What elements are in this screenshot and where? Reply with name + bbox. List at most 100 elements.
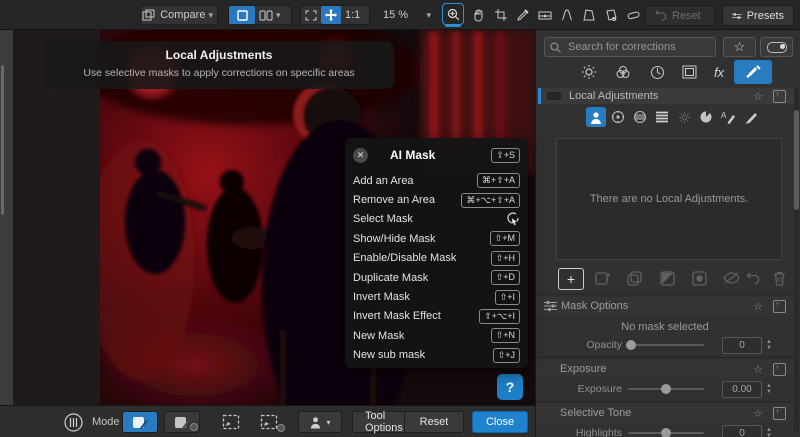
opacity-value[interactable]: 0 bbox=[722, 337, 762, 354]
undo-mask-button[interactable] bbox=[742, 268, 764, 288]
zoom-level-dropdown[interactable]: 15 % bbox=[378, 5, 436, 25]
perspective-tool-icon[interactable] bbox=[580, 6, 598, 24]
menu-item-show-hide-mask[interactable]: Show/Hide Mask ⇧+M bbox=[353, 229, 520, 248]
opacity-slider[interactable] bbox=[628, 344, 704, 346]
graduated-filter-tool-button[interactable] bbox=[652, 107, 672, 127]
mask-settings-button[interactable] bbox=[62, 411, 84, 433]
close-icon[interactable] bbox=[353, 148, 368, 163]
section-menu-icon[interactable] bbox=[773, 407, 786, 420]
crop-tool-icon[interactable] bbox=[492, 6, 510, 24]
help-button[interactable]: ? bbox=[497, 374, 523, 400]
mode-subtract-button[interactable] bbox=[164, 411, 200, 433]
brush-tool-button[interactable] bbox=[740, 107, 760, 127]
control-line-tool-button[interactable] bbox=[630, 107, 650, 127]
invert-mask-button[interactable] bbox=[656, 268, 678, 288]
local-adjustments-panel-header[interactable]: Local Adjustments bbox=[538, 88, 794, 104]
section-star-icon[interactable] bbox=[753, 363, 763, 376]
delete-mask-button[interactable] bbox=[768, 268, 790, 288]
auto-mask-brush-tool-button[interactable]: A bbox=[718, 107, 738, 127]
close-button[interactable]: Close bbox=[472, 411, 528, 433]
mode-badge bbox=[190, 423, 198, 431]
zoom-tool-button[interactable] bbox=[442, 3, 464, 25]
highlights-label: Highlights bbox=[540, 427, 628, 437]
hand-tool-icon[interactable] bbox=[470, 6, 488, 24]
duplicate-mask-button[interactable] bbox=[624, 268, 646, 288]
panel-enable-toggle[interactable] bbox=[546, 92, 562, 100]
opacity-stepper[interactable] bbox=[766, 339, 772, 351]
new-mask-from-button[interactable] bbox=[592, 268, 614, 288]
slider-thumb[interactable] bbox=[626, 340, 636, 350]
view-split-control bbox=[228, 5, 292, 25]
hide-mask-overlay-button[interactable] bbox=[720, 268, 742, 288]
horizon-tool-icon[interactable] bbox=[536, 6, 554, 24]
menu-item-add-area[interactable]: Add an Area ⌘+⇧+A bbox=[353, 171, 520, 190]
section-menu-icon[interactable] bbox=[773, 363, 786, 376]
eraser-tool-icon[interactable] bbox=[624, 6, 642, 24]
sidebar-scrollbar-thumb[interactable] bbox=[794, 110, 799, 210]
control-point-tool-button[interactable] bbox=[608, 107, 628, 127]
panel-menu-icon[interactable] bbox=[773, 90, 786, 103]
menu-item-new-sub-mask[interactable]: New sub mask ⇧+J bbox=[353, 346, 520, 365]
ai-mask-tool-button[interactable] bbox=[586, 107, 606, 127]
sun-icon bbox=[581, 64, 597, 80]
pan-zoom-button[interactable] bbox=[321, 6, 341, 24]
local-adjustments-palette-button[interactable] bbox=[734, 60, 772, 84]
reset-button-top[interactable]: Reset bbox=[645, 5, 715, 26]
geometry-palette-button[interactable] bbox=[676, 60, 702, 84]
panel-favorite-star-icon[interactable] bbox=[753, 90, 763, 103]
menu-item-enable-disable-mask[interactable]: Enable/Disable Mask ⇧+H bbox=[353, 249, 520, 268]
reset-button-bottom[interactable]: Reset bbox=[404, 411, 464, 433]
highlights-value[interactable]: 0 bbox=[722, 425, 762, 437]
selective-tone-header[interactable]: Selective Tone bbox=[536, 404, 794, 422]
exposure-value[interactable]: 0.00 bbox=[722, 381, 762, 398]
shortcut-badge: ⇧+⌥+I bbox=[479, 309, 520, 324]
compare-button[interactable]: Compare bbox=[140, 5, 218, 25]
menu-item-new-mask[interactable]: New Mask ⇧+N bbox=[353, 326, 520, 345]
mask-options-header[interactable]: Mask Options bbox=[536, 297, 794, 315]
fit-screen-button[interactable] bbox=[301, 6, 321, 24]
effects-palette-button[interactable]: fx bbox=[706, 60, 732, 84]
exposure-slider[interactable] bbox=[628, 388, 704, 390]
add-mask-button[interactable]: + bbox=[558, 268, 584, 290]
section-star-icon[interactable] bbox=[753, 407, 763, 420]
luminosity-mask-tool-button[interactable] bbox=[674, 107, 694, 127]
reshape-tool-icon[interactable] bbox=[558, 6, 576, 24]
selection-add-button[interactable] bbox=[214, 411, 248, 433]
selection-subtract-button[interactable] bbox=[252, 411, 286, 433]
search-box[interactable] bbox=[544, 37, 716, 57]
search-input[interactable] bbox=[566, 40, 700, 54]
shortcut-badge: ⇧+I bbox=[495, 290, 520, 305]
menu-item-select-mask[interactable]: Select Mask bbox=[353, 210, 520, 229]
distortion-tool-icon[interactable] bbox=[602, 6, 620, 24]
presets-button[interactable]: Presets bbox=[722, 5, 794, 26]
compare-icon bbox=[141, 6, 156, 24]
exposure-stepper[interactable] bbox=[766, 383, 772, 395]
one-to-one-button[interactable]: 1:1 bbox=[341, 6, 364, 24]
favorites-filter-button[interactable] bbox=[723, 37, 756, 57]
menu-item-duplicate-mask[interactable]: Duplicate Mask ⇧+D bbox=[353, 268, 520, 287]
highlights-stepper[interactable] bbox=[766, 427, 772, 437]
section-star-icon[interactable] bbox=[753, 300, 763, 313]
left-scrollbar[interactable] bbox=[1, 65, 4, 215]
menu-item-invert-mask-effect[interactable]: Invert Mask Effect ⇧+⌥+I bbox=[353, 307, 520, 326]
subject-picker-dropdown[interactable]: ▾ bbox=[298, 411, 342, 433]
detail-palette-button[interactable] bbox=[644, 60, 670, 84]
single-view-button[interactable] bbox=[229, 6, 255, 24]
color-palette-button[interactable] bbox=[610, 60, 636, 84]
tool-icon-row bbox=[470, 5, 664, 25]
color-range-tool-button[interactable] bbox=[696, 107, 716, 127]
split-view-button[interactable] bbox=[255, 6, 285, 24]
slider-thumb[interactable] bbox=[661, 384, 671, 394]
menu-item-remove-area[interactable]: Remove an Area ⌘+⌥+⇧+A bbox=[353, 190, 520, 209]
local-adjustments-tooltip: Local Adjustments Use selective masks to… bbox=[44, 41, 394, 89]
show-mask-button[interactable] bbox=[688, 268, 710, 288]
exposure-header[interactable]: Exposure bbox=[536, 360, 794, 378]
menu-item-invert-mask[interactable]: Invert Mask ⇧+I bbox=[353, 287, 520, 306]
light-palette-button[interactable] bbox=[576, 60, 602, 84]
highlights-slider[interactable] bbox=[628, 432, 704, 434]
slider-thumb[interactable] bbox=[661, 428, 671, 437]
active-corrections-toggle[interactable] bbox=[760, 37, 793, 57]
color-picker-icon[interactable] bbox=[514, 6, 532, 24]
section-menu-icon[interactable] bbox=[773, 300, 786, 313]
mode-add-button[interactable] bbox=[122, 411, 158, 433]
